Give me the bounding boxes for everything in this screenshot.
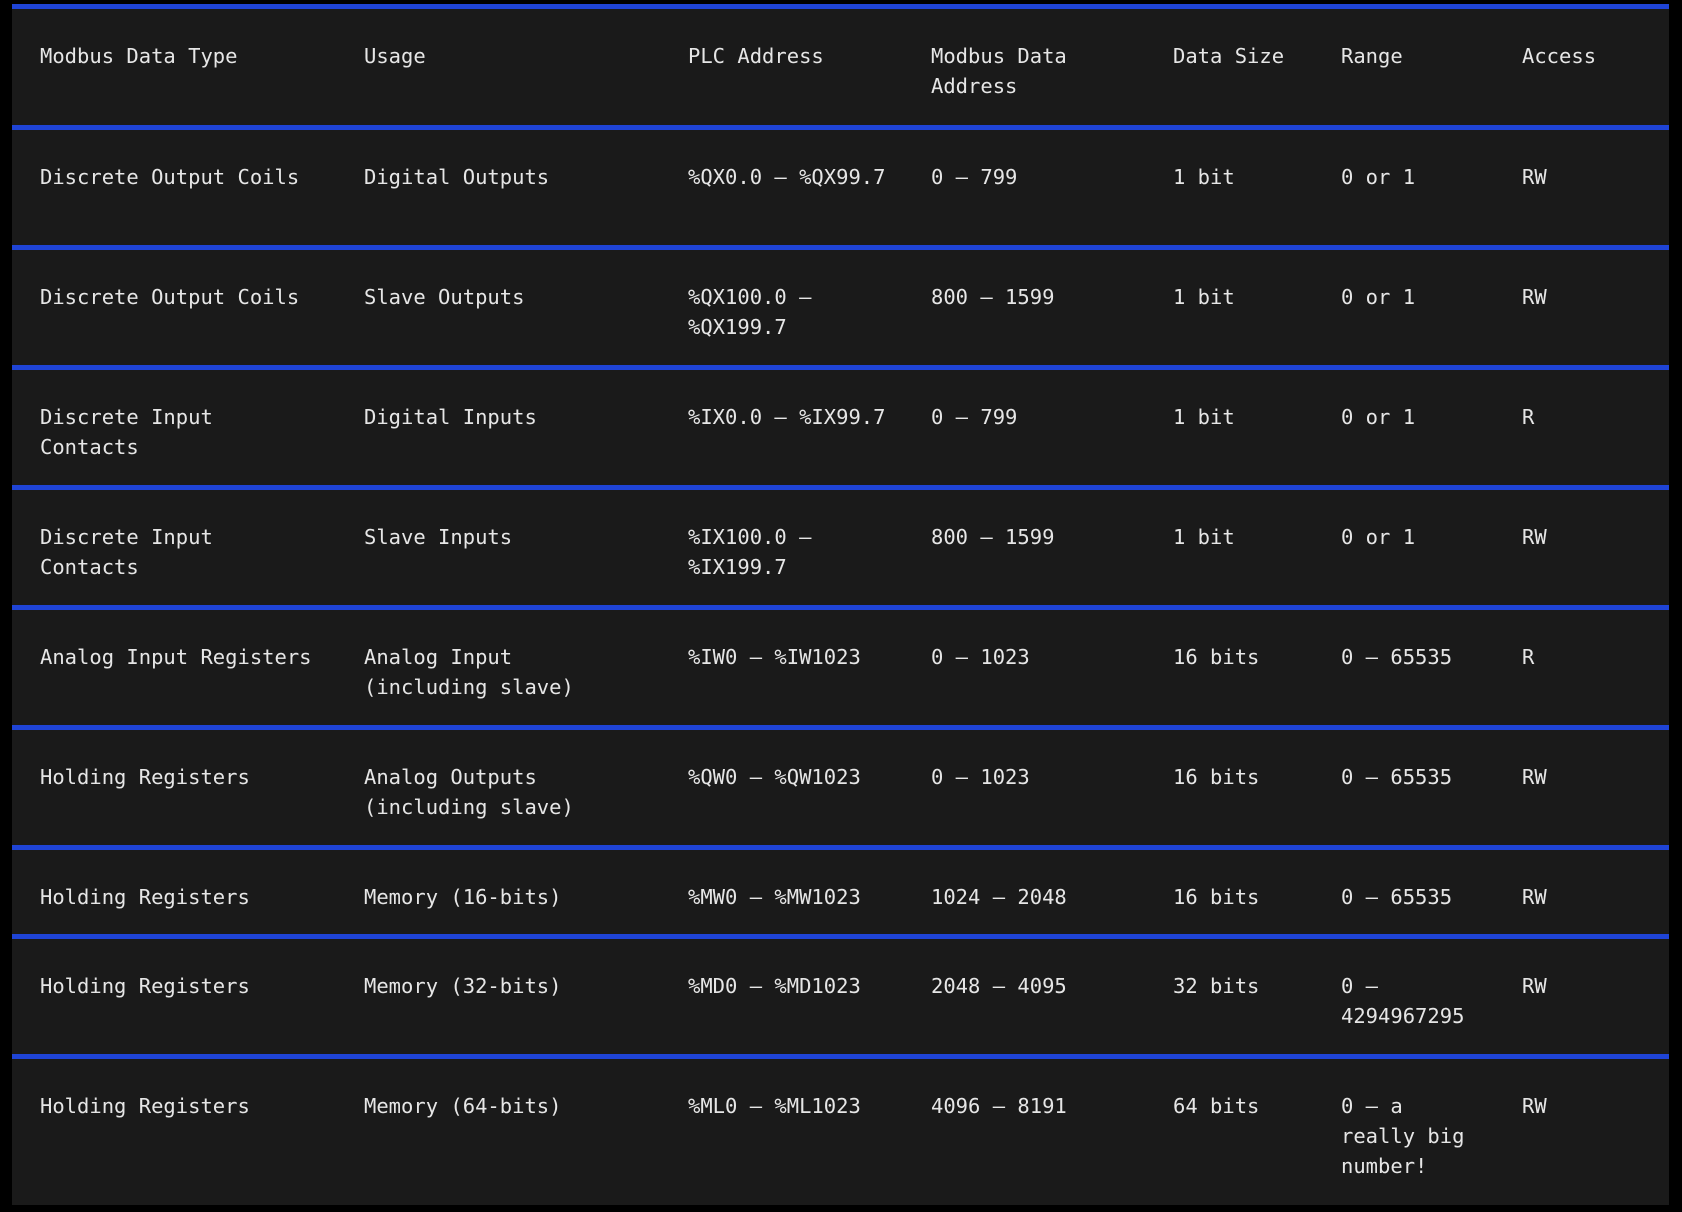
- cell-modbus-data-type: Holding Registers: [40, 1094, 250, 1118]
- table-row: Discrete Input Contacts Slave Inputs %IX10…: [12, 487, 1669, 608]
- header-access: Access: [1522, 44, 1597, 68]
- cell-usage: Digital Outputs: [364, 165, 550, 189]
- header-modbus-data-address: Modbus Data Address: [931, 44, 1067, 98]
- cell-access: RW: [1522, 1094, 1547, 1118]
- header-plc-address: PLC Address: [688, 44, 824, 68]
- header-range: Range: [1341, 44, 1403, 68]
- cell-usage: Analog Input (including slave): [364, 645, 574, 699]
- modbus-address-table: Modbus Data Type Usage PLC Address Modbu…: [12, 4, 1669, 1204]
- cell-access: RW: [1522, 285, 1547, 309]
- cell-plc-address: %MD0 – %MD1023: [688, 974, 861, 998]
- cell-modbus-data-type: Holding Registers: [40, 974, 250, 998]
- cell-data-size: 16 bits: [1173, 765, 1260, 789]
- cell-usage: Digital Inputs: [364, 405, 537, 429]
- cell-data-size: 1 bit: [1173, 285, 1235, 309]
- cell-range: 0 or 1: [1341, 525, 1416, 549]
- table-header-row: Modbus Data Type Usage PLC Address Modbu…: [12, 6, 1669, 128]
- cell-range: 0 – 65535: [1341, 645, 1453, 669]
- cell-modbus-data-address: 2048 – 4095: [931, 974, 1067, 998]
- cell-plc-address: %QW0 – %QW1023: [688, 765, 861, 789]
- cell-data-size: 64 bits: [1173, 1094, 1260, 1118]
- table-row: Analog Input Registers Analog Input (incl…: [12, 607, 1669, 728]
- cell-range: 0 – 65535: [1341, 765, 1453, 789]
- cell-modbus-data-type: Discrete Output Coils: [40, 165, 300, 189]
- cell-modbus-data-address: 800 – 1599: [931, 285, 1055, 309]
- table-row: Discrete Output Coils Digital Outputs %QX0…: [12, 127, 1669, 248]
- cell-plc-address: %ML0 – %ML1023: [688, 1094, 861, 1118]
- cell-modbus-data-address: 0 – 1023: [931, 765, 1030, 789]
- cell-access: R: [1522, 405, 1535, 429]
- table-row: Holding Registers Memory (16-bits) %MW0 – …: [12, 847, 1669, 937]
- cell-usage: Memory (16-bits): [364, 885, 562, 909]
- cell-range: 0 or 1: [1341, 165, 1416, 189]
- table-row: Holding Registers Analog Outputs (includi…: [12, 727, 1669, 848]
- table-body: Discrete Output Coils Digital Outputs %QX0…: [12, 127, 1669, 1204]
- cell-usage: Memory (32-bits): [364, 974, 562, 998]
- cell-usage: Analog Outputs (including slave): [364, 765, 574, 819]
- cell-modbus-data-type: Holding Registers: [40, 885, 250, 909]
- table-row: Discrete Output Coils Slave Outputs %QX100…: [12, 247, 1669, 368]
- cell-modbus-data-address: 0 – 799: [931, 405, 1018, 429]
- cell-modbus-data-address: 1024 – 2048: [931, 885, 1067, 909]
- cell-plc-address: %IX100.0 – %IX199.7: [688, 525, 812, 579]
- cell-modbus-data-type: Holding Registers: [40, 765, 250, 789]
- cell-access: RW: [1522, 765, 1547, 789]
- cell-plc-address: %IW0 – %IW1023: [688, 645, 861, 669]
- header-usage: Usage: [364, 44, 426, 68]
- cell-modbus-data-type: Analog Input Registers: [40, 645, 312, 669]
- cell-modbus-data-address: 4096 – 8191: [931, 1094, 1067, 1118]
- cell-data-size: 32 bits: [1173, 974, 1260, 998]
- cell-modbus-data-address: 800 – 1599: [931, 525, 1055, 549]
- cell-access: RW: [1522, 974, 1547, 998]
- modbus-address-table-container: Modbus Data Type Usage PLC Address Modbu…: [12, 4, 1669, 1205]
- cell-plc-address: %QX100.0 – %QX199.7: [688, 285, 812, 339]
- cell-access: R: [1522, 645, 1535, 669]
- cell-modbus-data-type: Discrete Input Contacts: [40, 405, 213, 459]
- cell-usage: Memory (64-bits): [364, 1094, 562, 1118]
- cell-data-size: 16 bits: [1173, 645, 1260, 669]
- cell-modbus-data-type: Discrete Input Contacts: [40, 525, 213, 579]
- cell-plc-address: %QX0.0 – %QX99.7: [688, 165, 886, 189]
- cell-data-size: 1 bit: [1173, 525, 1235, 549]
- cell-data-size: 16 bits: [1173, 885, 1260, 909]
- cell-data-size: 1 bit: [1173, 405, 1235, 429]
- cell-data-size: 1 bit: [1173, 165, 1235, 189]
- cell-range: 0 or 1: [1341, 285, 1416, 309]
- table-row: Holding Registers Memory (64-bits) %ML0 – …: [12, 1056, 1669, 1204]
- cell-range: 0 or 1: [1341, 405, 1416, 429]
- cell-range: 0 – 65535: [1341, 885, 1453, 909]
- cell-range: 0 – 4294967295: [1341, 974, 1465, 1028]
- cell-range: 0 – a really big number!: [1341, 1094, 1465, 1178]
- cell-modbus-data-address: 0 – 1023: [931, 645, 1030, 669]
- cell-modbus-data-type: Discrete Output Coils: [40, 285, 300, 309]
- cell-modbus-data-address: 0 – 799: [931, 165, 1018, 189]
- cell-usage: Slave Outputs: [364, 285, 525, 309]
- cell-plc-address: %MW0 – %MW1023: [688, 885, 861, 909]
- cell-plc-address: %IX0.0 – %IX99.7: [688, 405, 886, 429]
- header-modbus-data-type: Modbus Data Type: [40, 44, 238, 68]
- cell-access: RW: [1522, 885, 1547, 909]
- cell-access: RW: [1522, 165, 1547, 189]
- table-row: Discrete Input Contacts Digital Inputs %IX…: [12, 367, 1669, 488]
- header-data-size: Data Size: [1173, 44, 1285, 68]
- table-row: Holding Registers Memory (32-bits) %MD0 – …: [12, 936, 1669, 1057]
- cell-usage: Slave Inputs: [364, 525, 513, 549]
- cell-access: RW: [1522, 525, 1547, 549]
